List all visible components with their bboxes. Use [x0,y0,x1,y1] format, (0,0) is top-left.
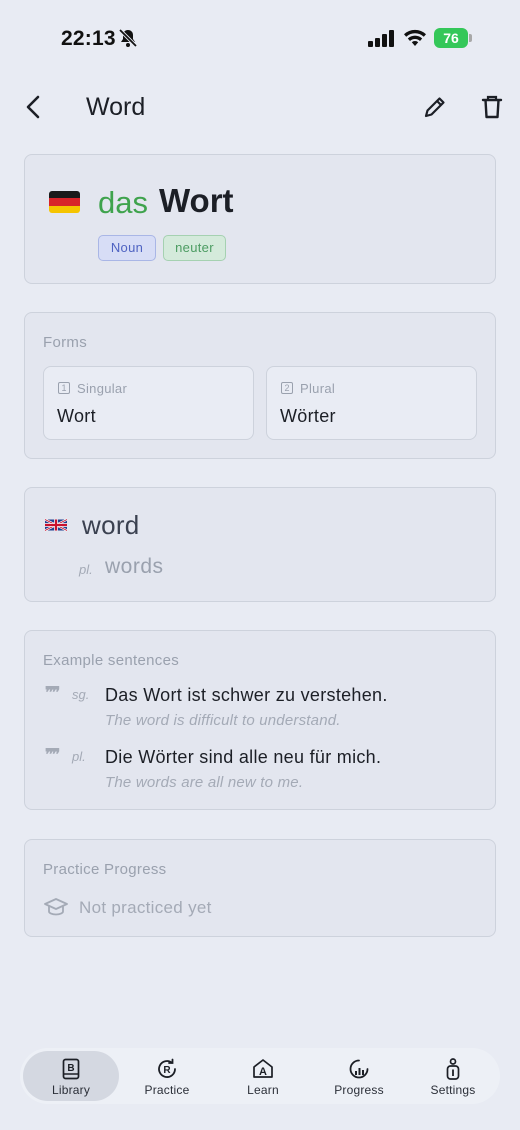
status-time: 22:13 [61,27,116,50]
tab-progress[interactable]: Progress [311,1051,407,1101]
forms-card: Forms 1 Singular Wort 2 Plural Wörter [24,312,496,459]
pencil-icon[interactable] [420,92,450,122]
tab-settings[interactable]: Settings [405,1051,501,1101]
book-icon: B [62,1058,80,1080]
plural-tag: pl. [79,562,93,577]
bell-slash-icon [118,28,138,48]
word-card: das Wort Noun neuter [24,154,496,284]
svg-text:A: A [259,1066,267,1078]
tab-settings-label: Settings [430,1083,476,1097]
battery-level: 76 [434,28,468,48]
forms-label: Forms [43,334,87,351]
svg-text:B: B [67,1063,74,1074]
practice-icon: R [158,1058,176,1078]
settings-icon [446,1058,460,1080]
examples-label: Example sentences [43,652,180,669]
example-translation: The word is difficult to understand. [105,712,341,729]
plural-value: Wörter [280,406,336,426]
gender-badge: neuter [163,235,226,261]
learn-icon: A [253,1059,273,1078]
tab-library[interactable]: B Library [23,1051,119,1101]
two-icon: 2 [281,382,293,394]
example-translation: The words are all new to me. [105,774,304,791]
graduation-cap-icon [44,898,68,916]
practice-progress-label: Practice Progress [43,861,167,878]
translation-word: word [82,510,140,540]
quote-icon: ❞❞ [45,683,60,702]
practice-progress-card: Practice Progress Not practiced yet [24,839,496,937]
tab-practice-label: Practice [144,1083,190,1097]
tab-progress-label: Progress [334,1083,384,1097]
example-sentence: Das Wort ist schwer zu verstehen. [105,685,388,705]
cellular-signal-icon [368,30,394,47]
svg-text:R: R [163,1065,171,1076]
chart-icon [349,1059,369,1079]
part-of-speech-badge: Noun [98,235,156,261]
header: Word [0,78,520,136]
tab-library-label: Library [51,1083,91,1097]
example-tag: sg. [72,687,90,702]
chevron-left-icon[interactable] [20,92,48,122]
wifi-icon [404,29,426,46]
status-bar: 22:13 76 [0,0,520,78]
plural-label: Plural [300,381,336,396]
word-headword: Wort [159,182,234,219]
german-flag-icon [49,191,80,213]
singular-value: Wort [57,406,96,426]
word-article: das [98,185,148,220]
plural-form: 2 Plural Wörter [266,366,477,440]
translation-plural: words [105,555,164,578]
singular-form: 1 Singular Wort [43,366,254,440]
trash-icon[interactable] [478,92,506,122]
example-sentence: Die Wörter sind alle neu für mich. [105,747,382,767]
one-icon: 1 [58,382,70,394]
quote-icon: ❞❞ [45,745,60,764]
singular-label: Singular [77,381,128,396]
battery-charging-icon: 76 [434,28,472,48]
tab-practice[interactable]: R Practice [119,1051,215,1101]
example-tag: pl. [72,749,86,764]
uk-flag-icon [45,518,67,532]
tab-learn[interactable]: A Learn [215,1051,311,1101]
examples-card: Example sentences ❞❞ sg. Das Wort ist sc… [24,630,496,810]
practice-status: Not practiced yet [79,898,212,917]
tab-bar: B Library R Practice A Learn Progress Se… [20,1048,500,1104]
tab-learn-label: Learn [247,1083,279,1097]
page-title: Word [86,93,146,121]
translation-card: word pl. words [24,487,496,602]
